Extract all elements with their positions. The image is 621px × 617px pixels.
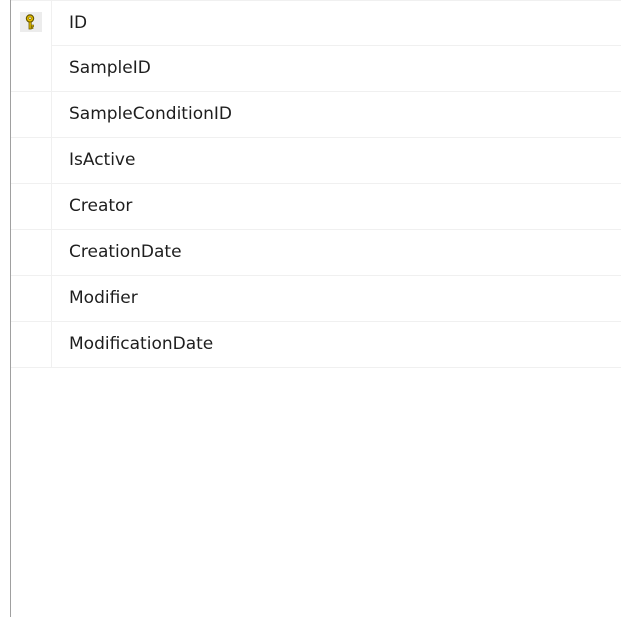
row-selector[interactable]	[11, 276, 52, 321]
column-row-modifier[interactable]: Modifier	[11, 276, 621, 322]
column-row-sampleconditionid[interactable]: SampleConditionID	[11, 92, 621, 138]
column-name[interactable]: ModificationDate	[69, 322, 213, 367]
column-name[interactable]: Modifier	[69, 276, 138, 321]
column-row-creationdate[interactable]: CreationDate	[11, 230, 621, 276]
primary-key-marker	[20, 12, 42, 32]
row-selector[interactable]	[11, 184, 52, 229]
row-selector[interactable]	[11, 1, 52, 46]
row-selector[interactable]	[11, 46, 52, 91]
column-name[interactable]: SampleConditionID	[69, 92, 232, 137]
key-icon	[25, 14, 35, 30]
column-row-sampleid[interactable]: SampleID	[11, 46, 621, 92]
column-row-creator[interactable]: Creator	[11, 184, 621, 230]
column-name[interactable]: CreationDate	[69, 230, 182, 275]
column-row-id[interactable]: ID	[11, 0, 621, 46]
row-selector[interactable]	[11, 138, 52, 183]
row-selector[interactable]	[11, 322, 52, 367]
row-selector[interactable]	[11, 92, 52, 137]
column-name[interactable]: Creator	[69, 184, 132, 229]
column-name[interactable]: IsActive	[69, 138, 135, 183]
column-row-modificationdate[interactable]: ModificationDate	[11, 322, 621, 368]
column-name[interactable]: ID	[69, 1, 87, 46]
column-row-isactive[interactable]: IsActive	[11, 138, 621, 184]
column-name[interactable]: SampleID	[69, 46, 151, 91]
table-design-grid: ID SampleID SampleConditionID IsActive C…	[10, 0, 621, 617]
row-selector[interactable]	[11, 230, 52, 275]
